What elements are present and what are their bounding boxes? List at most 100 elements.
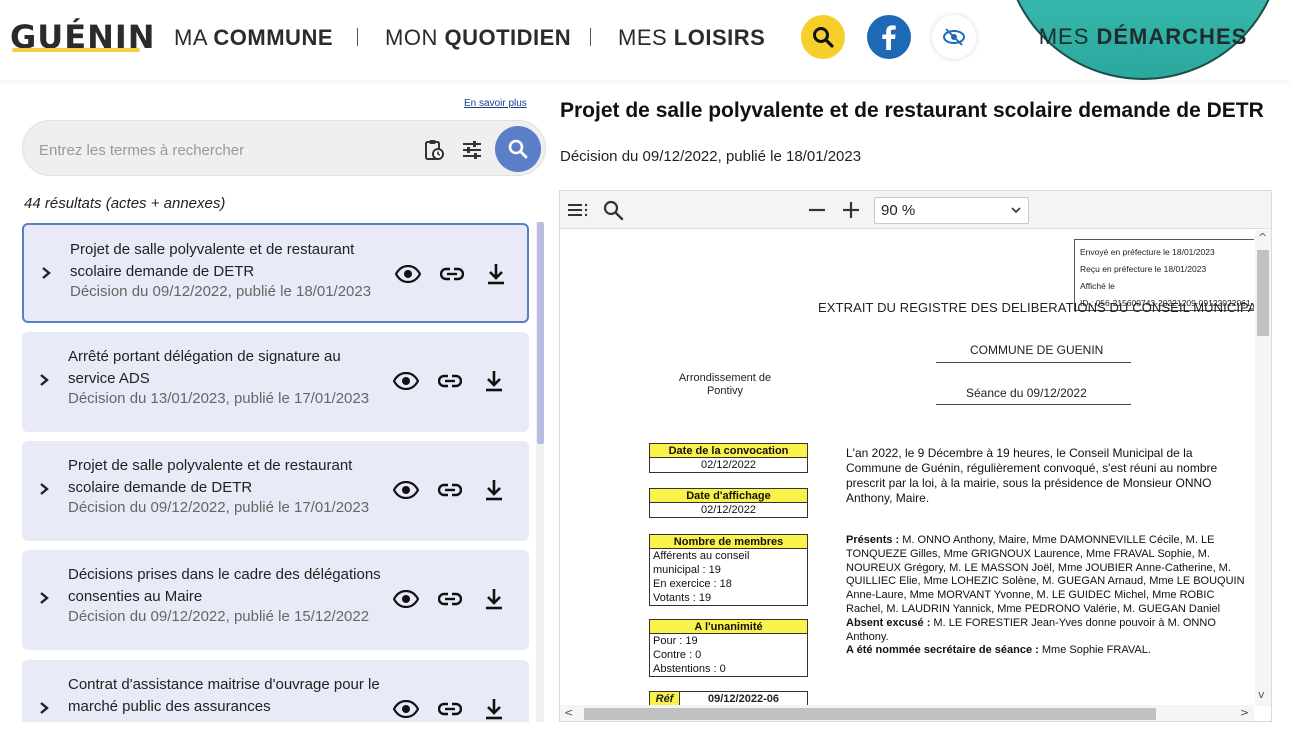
view-button[interactable] (392, 477, 420, 503)
outline-menu-icon[interactable] (566, 199, 588, 221)
text-line: M. ONNO Anthony, Maire, Mme DAMONNEVILLE… (899, 534, 1215, 546)
pdf-toolbar: 90 % (560, 191, 1271, 229)
header-search-button[interactable] (801, 15, 845, 59)
deliberation-intro: L'an 2022, le 9 Décembre à 19 heures, le… (846, 446, 1254, 506)
stamp-line: Reçu en préfecture le 18/01/2023 (1080, 264, 1207, 274)
pdf-horizontal-scrollbar[interactable]: < > (560, 705, 1254, 721)
eye-icon (393, 700, 419, 718)
result-card[interactable]: Décisions prises dans le cadre des délég… (22, 550, 529, 650)
nav-ma-commune[interactable]: MA COMMUNE (174, 25, 333, 51)
chevron-right-icon[interactable] (36, 370, 52, 390)
download-button[interactable] (480, 586, 508, 612)
view-button[interactable] (392, 696, 420, 722)
result-title[interactable]: Décisions prises dans le cadre des délég… (68, 564, 388, 608)
stamp-line: Affiché le (1080, 281, 1115, 291)
box-line: municipal : 19 (653, 564, 721, 576)
chevron-right-icon[interactable] (36, 698, 52, 718)
chevron-right-icon[interactable] (38, 263, 54, 283)
view-button[interactable] (392, 368, 420, 394)
copy-link-button[interactable] (438, 261, 466, 287)
chevron-right-icon[interactable] (36, 588, 52, 608)
result-card[interactable]: Contrat d'assistance maitrise d'ouvrage … (22, 660, 529, 722)
scroll-left-icon[interactable]: < (564, 706, 573, 719)
convocation-box: Date de la convocation 02/12/2022 (649, 443, 808, 473)
result-card[interactable]: Arrêté portant délégation de signature a… (22, 332, 529, 432)
box-value: 02/12/2022 (700, 504, 757, 516)
box-line: En exercice : 18 (653, 578, 732, 590)
filter-sliders-icon[interactable] (461, 139, 483, 161)
pdf-vertical-scrollbar[interactable]: ^ v (1255, 230, 1271, 706)
ref-box: Réf 09/12/2022-06 (649, 691, 808, 706)
link-icon (438, 592, 462, 606)
pdf-vertical-scrollbar-thumb[interactable] (1257, 250, 1269, 336)
copy-link-button[interactable] (436, 586, 464, 612)
scroll-up-icon[interactable]: ^ (1258, 231, 1267, 244)
zoom-in-icon[interactable] (840, 199, 862, 221)
secretaire-label: A été nommée secrétaire de séance : (846, 644, 1039, 657)
divider (936, 404, 1131, 405)
facebook-button[interactable] (867, 15, 911, 59)
logo-underline (12, 48, 140, 52)
box-label: Nombre de membres (650, 535, 807, 549)
clipboard-clock-icon[interactable] (423, 139, 445, 161)
result-meta: Décision du 13/01/2023, publié le 17/01/… (68, 390, 370, 407)
presents-list: Présents : M. ONNO Anthony, Maire, Mme D… (846, 534, 1245, 658)
result-title[interactable]: Arrêté portant délégation de signature a… (68, 346, 388, 390)
download-button[interactable] (482, 261, 510, 287)
zoom-out-icon[interactable] (806, 199, 828, 221)
download-button[interactable] (480, 696, 508, 722)
mes-demarches-button[interactable]: MES DÉMARCHES (1003, 0, 1283, 80)
accessibility-icon (943, 28, 965, 46)
download-button[interactable] (480, 477, 508, 503)
link-icon (438, 374, 462, 388)
accessibility-button[interactable] (932, 15, 976, 59)
result-card[interactable]: Projet de salle polyvalente et de restau… (22, 441, 529, 541)
view-button[interactable] (392, 586, 420, 612)
results-scrollbar-thumb[interactable] (537, 222, 544, 444)
chevron-down-icon (1011, 207, 1021, 214)
unanimite-box: A l'unanimité Pour : 19 Contre : 0 Abste… (649, 619, 808, 677)
nav-mes-loisirs[interactable]: MES LOISIRS (618, 25, 765, 51)
commune-heading: COMMUNE DE GUENIN (970, 343, 1104, 357)
nav-mon-quotidien[interactable]: MON QUOTIDIEN (385, 25, 571, 51)
search-submit-button[interactable] (495, 126, 541, 172)
results-count: 44 résultats (actes + annexes) (24, 195, 226, 212)
result-title[interactable]: Projet de salle polyvalente et de restau… (68, 455, 388, 499)
text-line: Anthony. (846, 630, 889, 643)
chevron-right-icon[interactable] (36, 479, 52, 499)
zoom-select[interactable]: 90 % (874, 197, 1029, 224)
scroll-down-icon[interactable]: v (1258, 688, 1265, 701)
search-bar[interactable]: Entrez les termes à rechercher (22, 120, 546, 176)
text-line: Commune de Guénin, régulièrement convoqu… (846, 461, 1218, 475)
result-title[interactable]: Contrat d'assistance maitrise d'ouvrage … (68, 674, 388, 718)
document-date: Décision du 09/12/2022, publié le 18/01/… (560, 148, 862, 165)
download-icon (486, 480, 502, 501)
box-line: Votants : 19 (653, 592, 712, 604)
box-line: Abstentions : 0 (653, 663, 726, 675)
download-button[interactable] (480, 368, 508, 394)
result-card[interactable]: Projet de salle polyvalente et de restau… (22, 223, 529, 323)
search-icon[interactable] (602, 199, 624, 221)
eye-icon (393, 372, 419, 390)
ref-value: 09/12/2022-06 (708, 693, 779, 705)
view-button[interactable] (394, 261, 422, 287)
presents-label: Présents : (846, 534, 900, 546)
copy-link-button[interactable] (436, 477, 464, 503)
text-line: Mme Sophie FRAVAL. (1038, 644, 1151, 657)
copy-link-button[interactable] (436, 368, 464, 394)
pdf-horizontal-scrollbar-thumb[interactable] (584, 708, 1156, 720)
copy-link-button[interactable] (436, 696, 464, 722)
link-icon (440, 267, 464, 281)
en-savoir-plus-link[interactable]: En savoir plus (464, 98, 527, 109)
text-line: Anthony, Maire. (846, 491, 930, 505)
search-input[interactable]: Entrez les termes à rechercher (39, 142, 244, 159)
result-title[interactable]: Projet de salle polyvalente et de restau… (70, 239, 390, 283)
text-line: L'an 2022, le 9 Décembre à 19 heures, le… (846, 446, 1193, 460)
text-line: NOUREUX Grégory, M. LE MASSON Joël, Mme … (846, 561, 1231, 574)
zoom-value: 90 % (881, 202, 916, 219)
stamp-line: Envoyé en préfecture le 18/01/2023 (1080, 247, 1215, 257)
box-label: Date de la convocation (650, 444, 807, 458)
divider (936, 362, 1131, 363)
scroll-right-icon[interactable]: > (1240, 706, 1249, 719)
eye-icon (395, 265, 421, 283)
